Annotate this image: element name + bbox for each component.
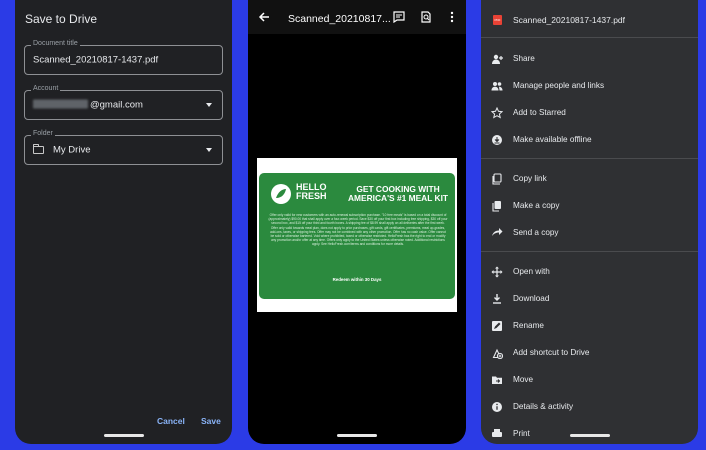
viewer-toolbar: Scanned_20210817... (248, 0, 466, 34)
redacted-account-name (33, 99, 88, 109)
menu-item-rename[interactable]: Rename (481, 313, 698, 339)
document-title-value: Scanned_20210817-1437.pdf (33, 54, 159, 66)
send-icon (492, 228, 503, 236)
menu-item-details-activity[interactable]: Details & activity (481, 394, 698, 420)
scanned-document-page: HELLO FRESH GET COOKING WITH AMERICA'S #… (257, 158, 457, 312)
person-add-icon (492, 54, 503, 64)
menu-item-add-shortcut-to-drive[interactable]: Add shortcut to Drive (481, 340, 698, 366)
account-value: @gmail.com (90, 99, 143, 111)
save-to-drive-screen: Save to Drive Document title Scanned_202… (15, 0, 232, 444)
open-with-icon (491, 266, 503, 278)
account-value-wrap: @gmail.com (33, 99, 143, 111)
card-fine-print: Offer only valid for new customers with … (268, 213, 448, 247)
menu-item-download[interactable]: Download (481, 286, 698, 312)
link-copy-icon (492, 173, 502, 185)
back-arrow-icon[interactable] (258, 11, 270, 23)
menu-item-open-with[interactable]: Open with (481, 259, 698, 285)
folder-value: My Drive (53, 144, 91, 156)
info-icon (492, 402, 502, 412)
account-label: Account (31, 85, 61, 92)
menu-item-label: Print (513, 429, 530, 438)
menu-item-label: Add shortcut to Drive (513, 348, 590, 357)
move-icon (492, 376, 502, 384)
menu-item-label: Make a copy (513, 201, 560, 210)
pdf-file-icon (493, 15, 502, 25)
dropdown-arrow-icon (206, 148, 212, 152)
shortcut-icon (492, 348, 503, 359)
home-indicator (569, 434, 610, 437)
menu-item-label: Send a copy (513, 228, 559, 237)
folder-select[interactable]: Folder My Drive (24, 130, 223, 165)
document-title-field[interactable]: Document title Scanned_20210817-1437.pdf (24, 40, 223, 75)
menu-item-make-available-offline[interactable]: Make available offline (481, 127, 698, 153)
viewer-title: Scanned_20210817... (288, 13, 391, 25)
hellofresh-leaf-logo-icon (271, 184, 291, 204)
home-indicator (103, 434, 144, 437)
offline-icon (492, 135, 502, 145)
file-header: Scanned_20210817-1437.pdf (481, 0, 698, 38)
menu-item-label: Open with (513, 267, 550, 276)
menu-item-label: Details & activity (513, 402, 574, 411)
card-redeem-text: Redeem within 30 Days (332, 277, 382, 282)
menu-item-label: Make available offline (513, 135, 592, 144)
rename-icon (492, 321, 502, 331)
save-button[interactable]: Save (201, 416, 221, 426)
menu-item-manage-people-and-links[interactable]: Manage people and links (481, 73, 698, 99)
comment-icon[interactable] (393, 11, 405, 23)
menu-item-label: Add to Starred (513, 108, 566, 117)
menu-item-share[interactable]: Share (481, 46, 698, 72)
menu-item-label: Share (513, 54, 535, 63)
file-name: Scanned_20210817-1437.pdf (513, 15, 626, 25)
menu-item-label: Download (513, 294, 550, 303)
folder-label: Folder (31, 130, 55, 137)
download-icon (493, 294, 501, 304)
copy-icon (492, 201, 501, 212)
menu-item-move[interactable]: Move (481, 367, 698, 393)
menu-divider (481, 251, 698, 252)
menu-item-make-a-copy[interactable]: Make a copy (481, 193, 698, 219)
brand-name: HELLO FRESH (296, 182, 327, 201)
menu-item-copy-link[interactable]: Copy link (481, 166, 698, 192)
pdf-viewer-screen: Scanned_20210817... HELLO FRESH GET COOK… (248, 0, 466, 444)
menu-item-label: Rename (513, 321, 544, 330)
print-icon (492, 429, 502, 437)
find-in-page-icon[interactable] (420, 11, 432, 23)
dropdown-arrow-icon (206, 103, 212, 107)
menu-item-add-to-starred[interactable]: Add to Starred (481, 100, 698, 126)
menu-item-print[interactable]: Print (481, 421, 698, 444)
menu-item-label: Move (513, 375, 534, 384)
star-icon (491, 107, 503, 119)
home-indicator (337, 434, 377, 437)
file-actions-sheet: Scanned_20210817-1437.pdf Share Manage pe… (481, 0, 698, 444)
menu-item-label: Copy link (513, 174, 547, 183)
account-select[interactable]: Account @gmail.com (24, 85, 223, 120)
folder-icon (33, 144, 44, 154)
menu-item-send-a-copy[interactable]: Send a copy (481, 220, 698, 246)
dialog-title: Save to Drive (25, 12, 98, 26)
hellofresh-card: HELLO FRESH GET COOKING WITH AMERICA'S #… (259, 173, 455, 299)
menu-divider (481, 158, 698, 159)
document-title-label: Document title (31, 40, 80, 47)
more-vert-icon[interactable] (446, 11, 458, 23)
menu-item-label: Manage people and links (513, 81, 605, 90)
cancel-button[interactable]: Cancel (157, 416, 185, 426)
card-headline: GET COOKING WITH AMERICA'S #1 MEAL KIT (347, 184, 449, 203)
people-icon (491, 82, 503, 91)
